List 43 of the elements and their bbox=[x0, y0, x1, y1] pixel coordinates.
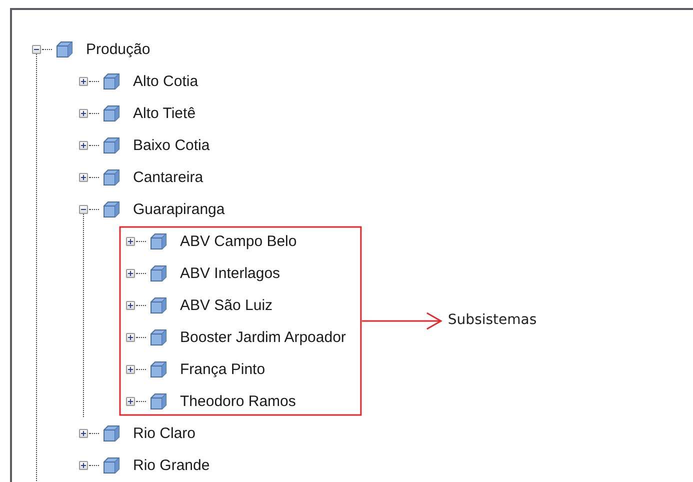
tree-item[interactable]: ABV Interlagos bbox=[180, 264, 280, 282]
tree-item[interactable]: Rio Grande bbox=[133, 456, 210, 474]
cube-icon bbox=[103, 168, 120, 186]
expand-toggle[interactable] bbox=[79, 140, 88, 150]
tree-item[interactable]: Alto Cotia bbox=[133, 72, 198, 90]
expand-toggle[interactable] bbox=[126, 268, 135, 278]
expand-toggle[interactable] bbox=[126, 300, 135, 310]
callout-label: Subsistemas bbox=[448, 312, 537, 328]
expand-toggle[interactable] bbox=[126, 332, 135, 342]
tree-item[interactable]: Rio Claro bbox=[133, 424, 196, 442]
cube-icon bbox=[150, 232, 167, 250]
cube-icon bbox=[103, 72, 120, 90]
tree-item[interactable]: Produção bbox=[86, 40, 150, 58]
tree-item[interactable]: Guarapiranga bbox=[133, 200, 225, 218]
expand-toggle[interactable] bbox=[126, 364, 135, 374]
expand-toggle[interactable] bbox=[79, 460, 88, 470]
collapse-toggle[interactable] bbox=[32, 44, 41, 54]
tree-item[interactable]: ABV São Luiz bbox=[180, 296, 273, 314]
tree-item[interactable]: França Pinto bbox=[180, 360, 266, 378]
cube-icon bbox=[150, 328, 167, 346]
cube-icon bbox=[150, 360, 167, 378]
tree-item[interactable]: Booster Jardim Arpoador bbox=[180, 328, 346, 346]
cube-icon bbox=[150, 264, 167, 282]
tree-item[interactable]: Baixo Cotia bbox=[133, 136, 210, 154]
cube-icon bbox=[103, 104, 120, 122]
expand-toggle[interactable] bbox=[79, 428, 88, 438]
cube-icon bbox=[103, 424, 120, 442]
expand-toggle[interactable] bbox=[79, 172, 88, 182]
tree-item[interactable]: ABV Campo Belo bbox=[180, 232, 297, 250]
tree-item[interactable]: Theodoro Ramos bbox=[180, 392, 296, 410]
tree-item[interactable]: Cantareira bbox=[133, 168, 204, 186]
collapse-toggle[interactable] bbox=[79, 204, 88, 214]
expand-toggle[interactable] bbox=[79, 108, 88, 118]
cube-icon bbox=[103, 456, 120, 474]
cube-icon bbox=[150, 296, 167, 314]
tree-item[interactable]: Alto Tietê bbox=[133, 104, 196, 122]
expand-toggle[interactable] bbox=[126, 396, 135, 406]
cube-icon bbox=[103, 200, 120, 218]
cube-icon bbox=[56, 40, 73, 58]
cube-icon bbox=[150, 392, 167, 410]
cube-icon bbox=[103, 136, 120, 154]
expand-toggle[interactable] bbox=[126, 236, 135, 246]
expand-toggle[interactable] bbox=[79, 76, 88, 86]
